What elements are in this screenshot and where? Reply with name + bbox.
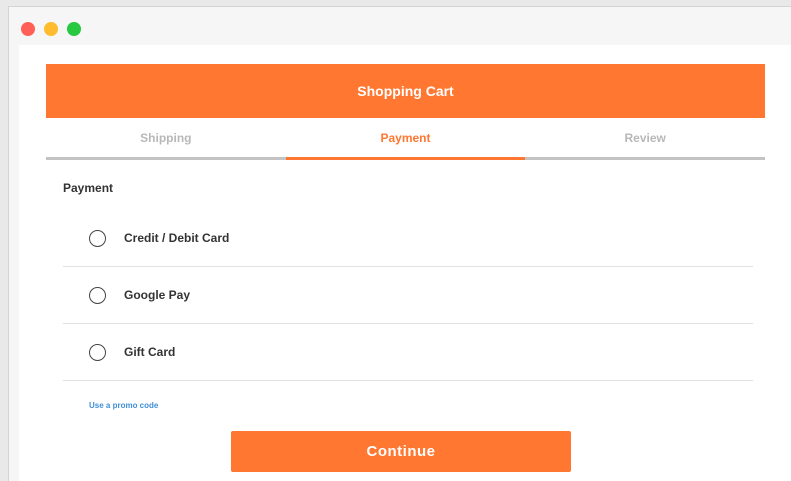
promo-code-link[interactable]: Use a promo code — [89, 401, 158, 410]
page-title: Shopping Cart — [357, 83, 454, 99]
payment-section-title: Payment — [63, 181, 114, 195]
cart-header: Shopping Cart — [46, 64, 765, 118]
tab-review[interactable]: Review — [525, 118, 766, 160]
payment-option-label: Google Pay — [124, 288, 191, 302]
tab-shipping[interactable]: Shipping — [46, 118, 286, 160]
payment-option-label: Credit / Debit Card — [124, 231, 230, 245]
window-zoom-button[interactable] — [67, 22, 81, 36]
payment-option-card[interactable]: Credit / Debit Card — [63, 210, 753, 267]
browser-window: Shopping Cart Shipping Payment Review Pa… — [8, 6, 791, 481]
window-close-button[interactable] — [21, 22, 35, 36]
tab-payment[interactable]: Payment — [285, 118, 526, 160]
checkout-steps: Shipping Payment Review — [46, 118, 766, 160]
radio-button[interactable] — [89, 343, 106, 361]
radio-button[interactable] — [89, 229, 106, 247]
continue-button[interactable]: Continue — [231, 431, 571, 472]
payment-option-label: Gift Card — [124, 345, 176, 359]
page-content: Shopping Cart Shipping Payment Review Pa… — [19, 45, 791, 481]
window-minimize-button[interactable] — [44, 22, 58, 36]
payment-option-google-pay[interactable]: Google Pay — [63, 267, 753, 324]
radio-button[interactable] — [89, 286, 106, 304]
payment-options: Credit / Debit Card Google Pay Gift Card — [63, 210, 753, 381]
payment-option-gift-card[interactable]: Gift Card — [63, 324, 753, 381]
